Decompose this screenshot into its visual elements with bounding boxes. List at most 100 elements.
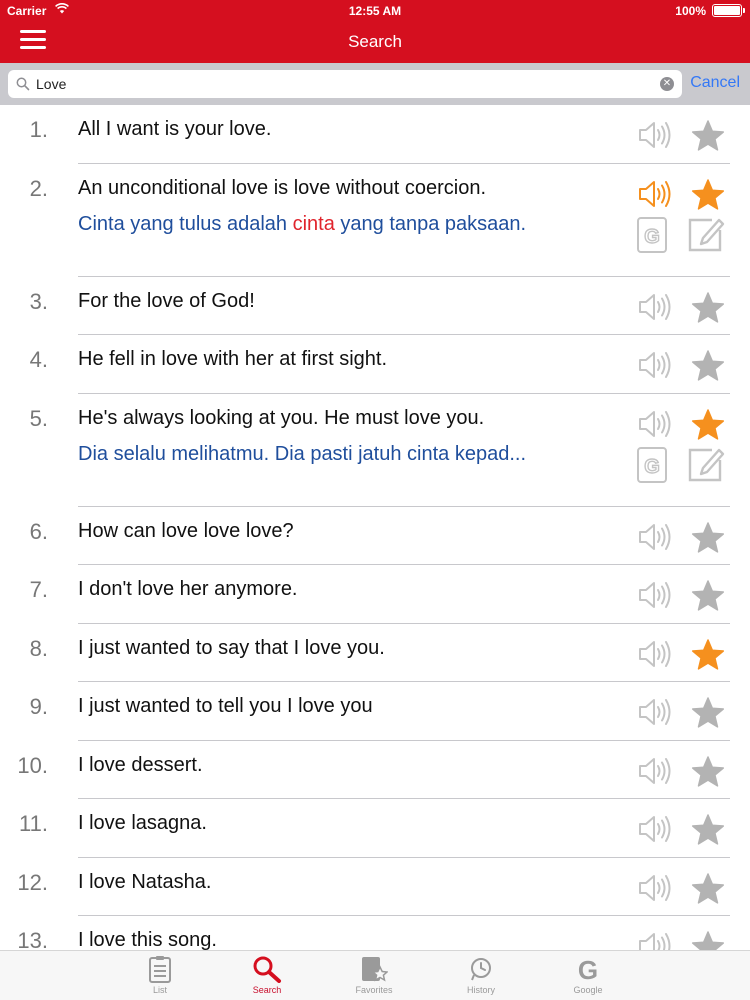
phrase-text: I love lasagna. (78, 812, 207, 834)
list-item[interactable]: 13. I love this song. (0, 916, 750, 950)
phrase-text: All I want is your love. (78, 118, 272, 140)
item-number: 2. (29, 175, 48, 201)
phrase-text: I just wanted to say that I love you. (78, 636, 385, 659)
svg-text:G: G (644, 456, 660, 478)
battery-icon (712, 4, 745, 17)
tab-label: Google (573, 985, 603, 995)
speaker-icon[interactable] (636, 349, 672, 381)
item-number: 1. (29, 117, 48, 142)
speaker-icon[interactable] (636, 579, 672, 611)
book-star-icon (334, 955, 414, 983)
battery-percent: 100% (675, 4, 706, 18)
tab-label: Search (252, 985, 282, 995)
google-translate-icon[interactable]: G (636, 216, 668, 254)
tab-label: History (466, 985, 495, 995)
favorite-star-icon[interactable] (690, 813, 726, 847)
speaker-icon[interactable] (636, 696, 672, 728)
speaker-icon[interactable] (636, 178, 672, 210)
favorite-star-icon[interactable] (690, 291, 726, 325)
list-item[interactable]: 7. I don't love her anymore. (0, 565, 750, 624)
speaker-icon[interactable] (636, 408, 672, 440)
list-item[interactable]: 11. I love lasagna. (0, 799, 750, 858)
favorite-star-icon[interactable] (690, 696, 726, 730)
speaker-icon[interactable] (636, 930, 672, 950)
favorite-star-icon[interactable] (690, 521, 726, 555)
clipboard-list-icon (120, 955, 200, 983)
search-input[interactable] (36, 74, 636, 94)
phrase-text: I love this song. (78, 929, 217, 950)
list-item[interactable]: 5. He's always looking at you. He must lo… (0, 394, 750, 507)
clear-search-icon[interactable]: ✕ (660, 77, 674, 91)
phrase-text: An unconditional love is love without co… (78, 176, 487, 199)
translation-part: Dia selalu melihatmu. Dia pasti jatuh ci… (78, 442, 527, 465)
list-item[interactable]: 6. How can love love love? (0, 507, 750, 565)
tab-label: Favorites (355, 985, 393, 995)
translation-part: yang tanpa paksaan. (334, 212, 527, 235)
edit-icon[interactable] (686, 214, 726, 254)
phrase-text: How can love love love? (78, 519, 294, 542)
tab-favorites[interactable]: Favorites (334, 953, 414, 999)
speaker-icon[interactable] (636, 813, 672, 845)
clock-history-icon (441, 955, 521, 983)
translation-highlight: cinta (292, 212, 335, 235)
navigation-bar: Carrier 12:55 AM 100% Search (0, 0, 750, 63)
tab-list[interactable]: List (120, 953, 200, 999)
item-number: 7. (29, 577, 48, 602)
svg-text:G: G (644, 226, 660, 248)
tab-bar: List Search Favorites History G Google (0, 950, 750, 1000)
speaker-icon[interactable] (636, 755, 672, 787)
item-number: 13. (17, 928, 48, 950)
speaker-icon[interactable] (636, 872, 672, 904)
item-number: 11. (19, 811, 48, 836)
phrase-text: I don't love her anymore. (78, 578, 298, 600)
favorite-star-icon[interactable] (690, 930, 726, 950)
phrase-text: I love Natasha. (78, 870, 212, 893)
item-number: 9. (29, 694, 48, 719)
favorite-star-icon[interactable] (690, 178, 726, 212)
favorite-star-icon[interactable] (690, 638, 726, 672)
phrase-text: I love dessert. (78, 753, 203, 776)
cancel-button[interactable]: Cancel (690, 74, 740, 92)
speaker-icon[interactable] (636, 521, 672, 553)
list-item[interactable]: 12. I love Natasha. (0, 858, 750, 916)
google-translate-icon[interactable]: G (636, 446, 668, 484)
favorite-star-icon[interactable] (690, 119, 726, 153)
list-item[interactable]: 4. He fell in love with her at first sigh… (0, 335, 750, 394)
favorite-star-icon[interactable] (690, 408, 726, 442)
status-bar: Carrier 12:55 AM 100% (0, 0, 750, 22)
favorite-star-icon[interactable] (690, 349, 726, 383)
list-item[interactable]: 8. I just wanted to say that I love you. (0, 624, 750, 682)
item-number: 6. (29, 518, 48, 544)
tab-label: List (152, 985, 167, 995)
tab-history[interactable]: History (441, 953, 521, 999)
list-item[interactable]: 3. For the love of God! (0, 277, 750, 335)
favorite-star-icon[interactable] (690, 755, 726, 789)
list-item[interactable]: 1. All I want is your love. (0, 105, 750, 164)
favorite-star-icon[interactable] (690, 579, 726, 613)
search-icon (16, 77, 30, 91)
phrase-text: He fell in love with her at first sight. (78, 348, 388, 370)
speaker-icon[interactable] (636, 638, 672, 670)
list-item[interactable]: 9. I just wanted to tell you I love you (0, 682, 750, 741)
results-list: 1. All I want is your love. 2. An unconditi… (0, 105, 750, 950)
item-number: 3. (29, 288, 48, 314)
item-number: 4. (29, 347, 48, 372)
item-number: 12. (17, 869, 48, 895)
list-item[interactable]: 10. I love dessert. (0, 741, 750, 799)
speaker-icon[interactable] (636, 291, 672, 323)
speaker-icon[interactable] (636, 119, 672, 151)
search-bar: ✕ Cancel (0, 63, 750, 105)
search-field[interactable]: ✕ (8, 70, 682, 98)
phrase-text: I just wanted to tell you I love you (78, 695, 373, 717)
item-number: 8. (29, 635, 48, 661)
tab-search[interactable]: Search (227, 953, 307, 999)
clock-label: 12:55 AM (348, 4, 402, 18)
list-item[interactable]: 2. An unconditional love is love without … (0, 164, 750, 277)
edit-icon[interactable] (686, 444, 726, 484)
tab-google[interactable]: G Google (548, 953, 628, 999)
favorite-star-icon[interactable] (690, 872, 726, 906)
magnifier-icon (227, 955, 307, 983)
item-number: 5. (29, 405, 48, 431)
phrase-text: For the love of God! (78, 289, 255, 312)
google-g-icon: G (548, 955, 628, 983)
